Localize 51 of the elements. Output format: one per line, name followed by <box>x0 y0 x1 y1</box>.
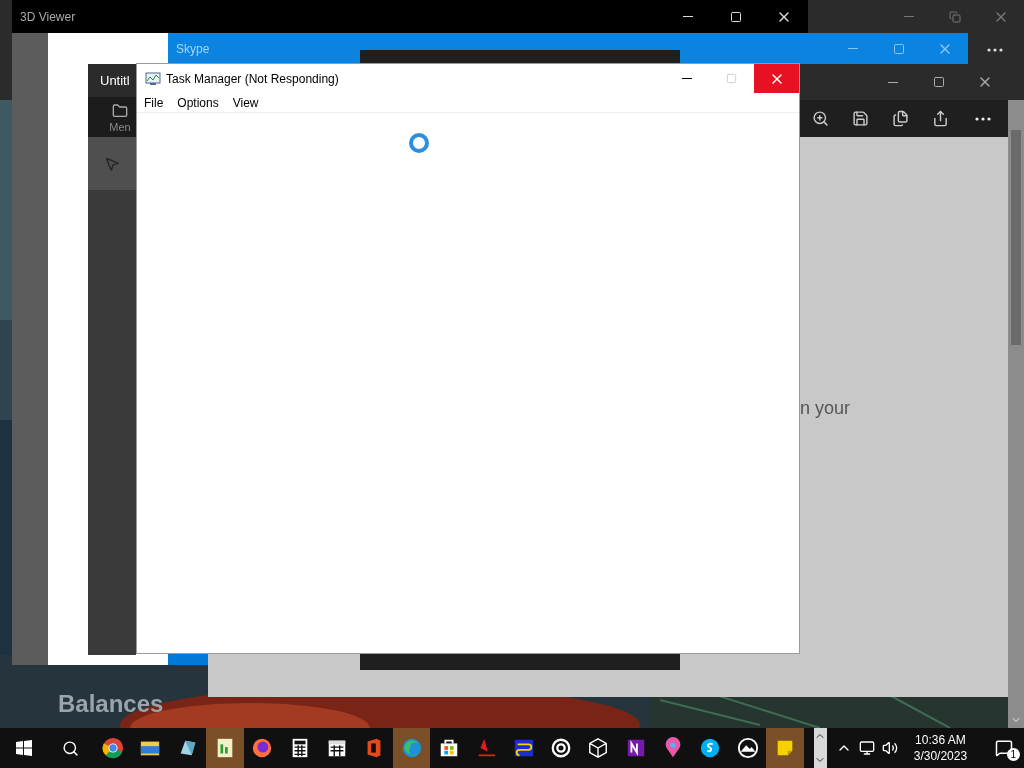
window-title: Untitl <box>100 71 130 90</box>
scrollbar-thumb[interactable] <box>1011 130 1021 345</box>
cube-icon <box>587 737 610 759</box>
menu-item[interactable]: File <box>144 93 164 112</box>
menu-label[interactable]: Men <box>109 119 131 136</box>
search-icon <box>62 739 80 757</box>
menu-item[interactable]: View <box>232 93 259 112</box>
more-icon <box>987 48 1003 52</box>
scrollbar[interactable] <box>1008 100 1024 728</box>
target-icon <box>549 737 572 759</box>
minimize-icon <box>888 81 898 83</box>
monitor-chart-icon <box>145 71 161 86</box>
window-title: 3D Viewer <box>20 8 76 26</box>
copy-icon <box>891 110 909 127</box>
window-title: Skype <box>176 40 210 58</box>
clock-date: 3/30/2023 <box>913 748 968 764</box>
monitor-icon <box>858 740 875 756</box>
cable-icon <box>512 737 535 759</box>
notification-count: 1 <box>1006 748 1020 761</box>
zoom-in-icon <box>811 110 829 127</box>
share-icon <box>931 110 949 127</box>
restore-icon <box>949 10 961 23</box>
globe-icon <box>251 737 274 759</box>
window-title: Task Manager (Not Responding) <box>166 70 339 88</box>
save-icon <box>851 110 869 127</box>
maximize-icon <box>730 10 742 23</box>
notifications-button[interactable]: 1 <box>984 728 1024 768</box>
maximize-icon <box>893 42 905 55</box>
start-icon <box>15 740 32 756</box>
maximize-icon <box>726 73 737 84</box>
clock[interactable]: 10:36 AM 3/30/2023 <box>906 728 975 768</box>
minimize-icon <box>683 16 693 17</box>
body-text: n your <box>800 398 851 418</box>
folder-icon[interactable] <box>112 103 128 119</box>
minimize-icon <box>904 16 914 17</box>
chat-bubble-icon <box>699 737 722 759</box>
minimize-icon <box>681 78 692 79</box>
volume-icon <box>882 740 899 756</box>
taskbar-button[interactable] <box>392 728 431 768</box>
taskbar-button[interactable] <box>206 728 244 768</box>
menu-item[interactable]: Options <box>177 93 219 112</box>
round-browser-icon <box>101 737 124 759</box>
swirl-icon <box>400 737 423 759</box>
minimize-icon <box>848 48 858 49</box>
more-icon <box>975 116 991 121</box>
maximize-icon <box>933 76 945 88</box>
clock-time: 10:36 AM <box>915 732 966 748</box>
mountain-icon <box>736 737 759 759</box>
taskbar-scroller[interactable] <box>813 728 828 768</box>
speech-bubble-icon <box>995 739 1014 757</box>
desktop-caption: Balances <box>58 689 164 719</box>
